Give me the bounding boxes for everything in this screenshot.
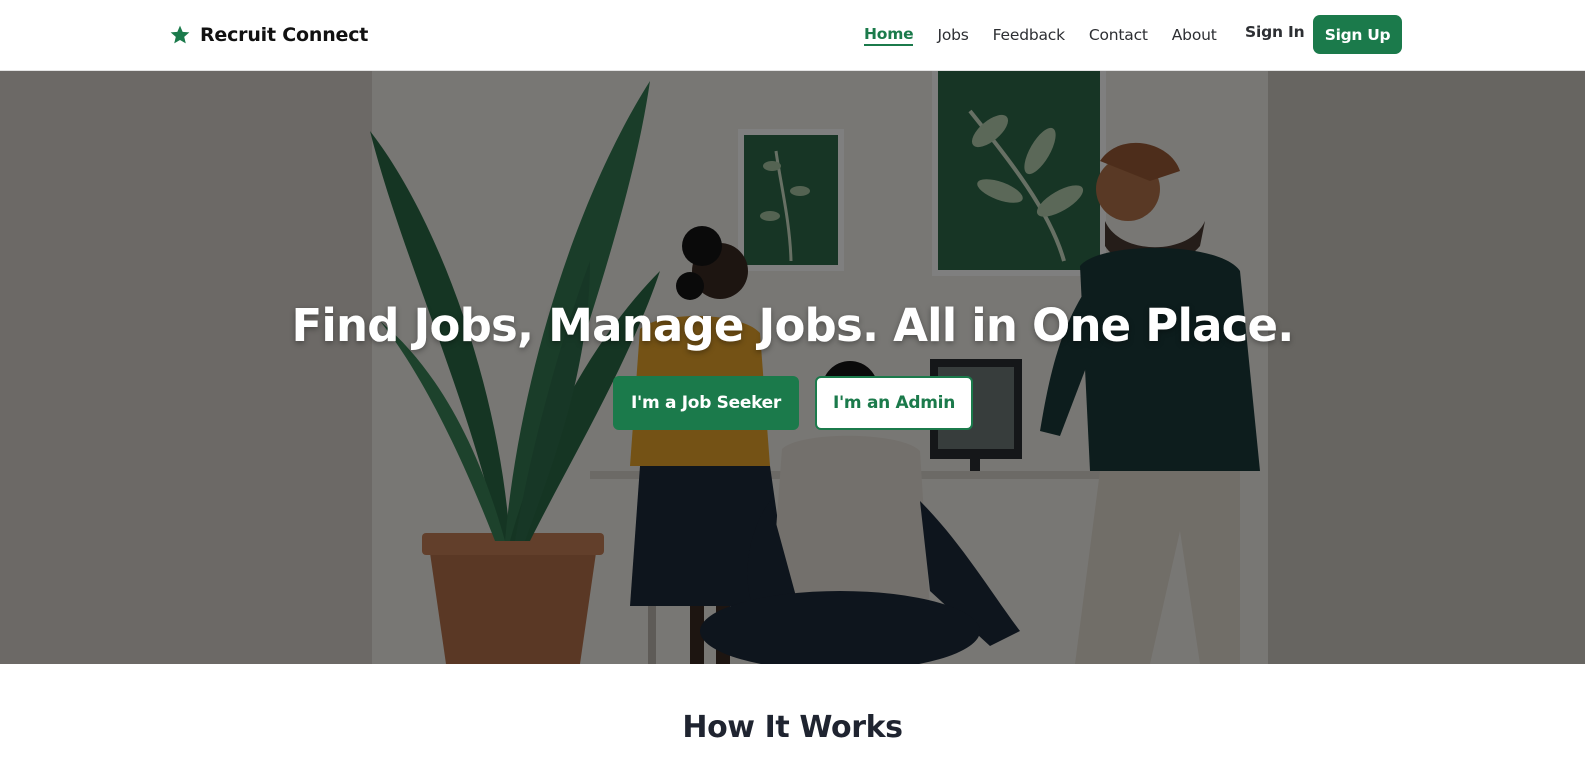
nav-links: Home Jobs Feedback Contact About bbox=[864, 23, 1241, 47]
nav-link-contact[interactable]: Contact bbox=[1089, 26, 1148, 44]
navbar: Recruit Connect Home Jobs Feedback Conta… bbox=[0, 0, 1585, 71]
star-icon bbox=[170, 25, 190, 44]
nav-link-home[interactable]: Home bbox=[864, 25, 914, 46]
nav-link-about[interactable]: About bbox=[1172, 26, 1217, 44]
sign-up-button[interactable]: Sign Up bbox=[1313, 15, 1402, 54]
hero-title: Find Jobs, Manage Jobs. All in One Place… bbox=[291, 299, 1294, 352]
nav-link-feedback[interactable]: Feedback bbox=[993, 26, 1065, 44]
admin-button[interactable]: I'm an Admin bbox=[815, 376, 973, 430]
brand-logo-link[interactable]: Recruit Connect bbox=[169, 22, 368, 48]
nav-link-jobs[interactable]: Jobs bbox=[937, 26, 968, 44]
hero-banner: Find Jobs, Manage Jobs. All in One Place… bbox=[0, 71, 1585, 664]
brand-name: Recruit Connect bbox=[200, 24, 369, 46]
hero-overlay bbox=[0, 71, 1585, 664]
how-it-works-heading: How It Works bbox=[682, 710, 903, 745]
hero-cta-group: I'm a Job Seeker I'm an Admin bbox=[0, 376, 1585, 430]
sign-in-link[interactable]: Sign In bbox=[1245, 23, 1305, 47]
job-seeker-button[interactable]: I'm a Job Seeker bbox=[613, 376, 799, 430]
